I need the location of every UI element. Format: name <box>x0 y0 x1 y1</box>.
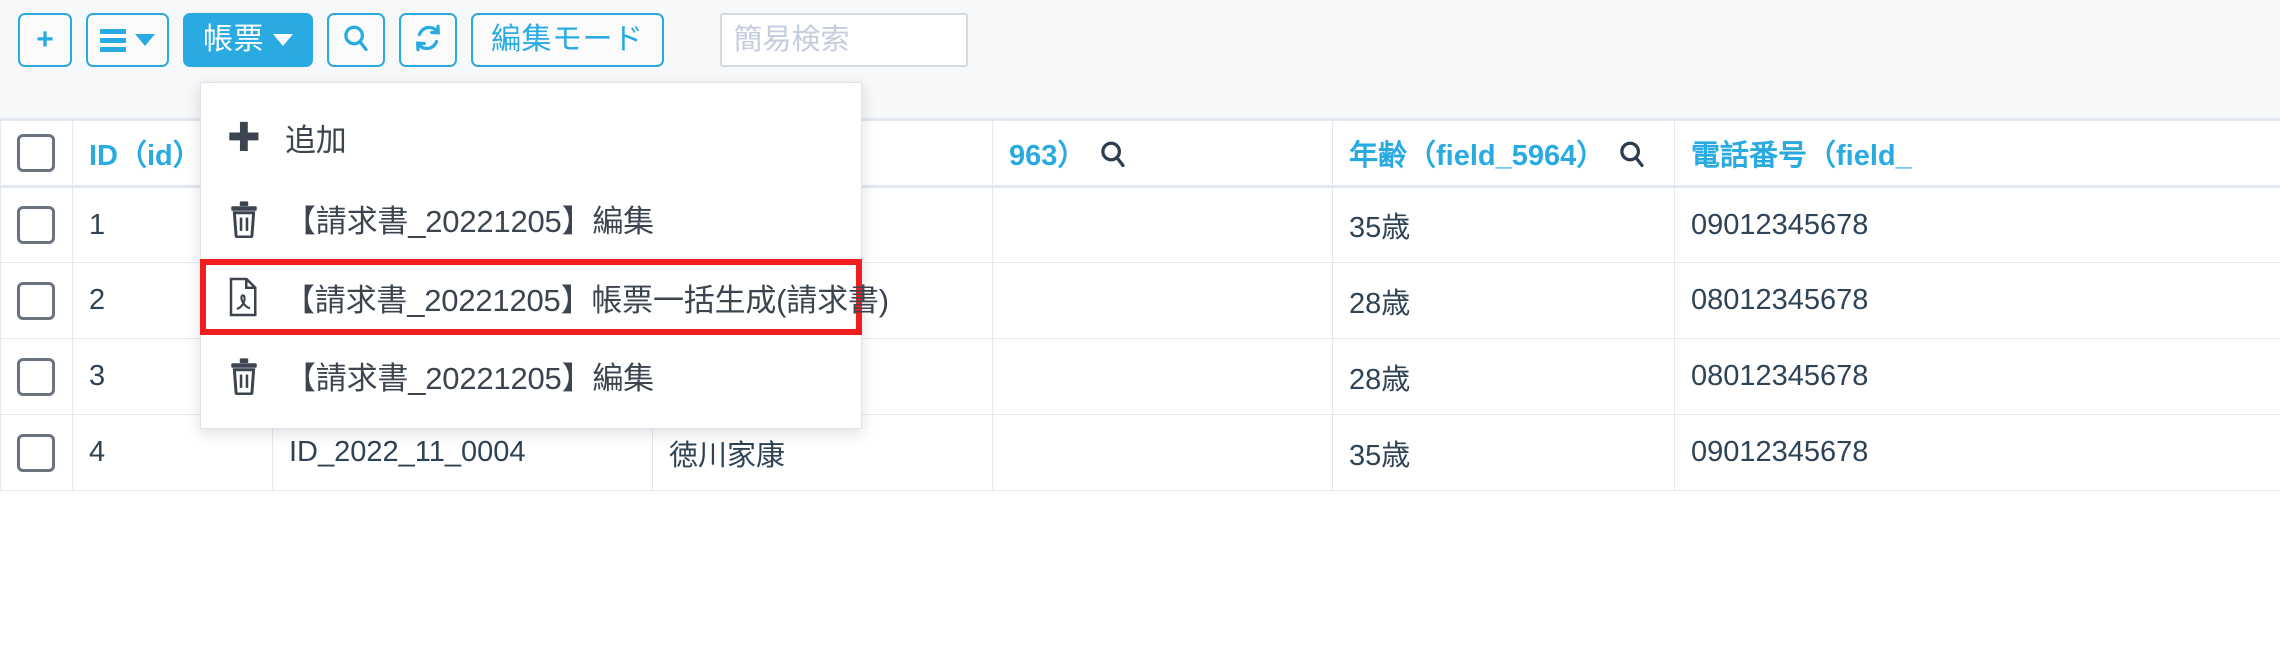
column-header-age[interactable]: 年齢（field_5964） <box>1332 118 1675 188</box>
cell-tel: 08012345678 <box>1674 338 2280 415</box>
column-header-c[interactable]: 963） <box>992 118 1333 188</box>
column-header-c-label: 963） <box>1009 140 1087 172</box>
column-header-tel-label: 電話番号（field_ <box>1691 140 1912 172</box>
report-dropdown-button[interactable]: 帳票 <box>183 13 313 67</box>
search-icon <box>341 23 371 58</box>
column-header-age-label: 年齢（field_5964） <box>1349 140 1606 172</box>
row-select-cell <box>0 262 73 339</box>
refresh-icon <box>413 23 443 58</box>
cell-age: 35歳 <box>1332 414 1675 491</box>
cell-c <box>992 262 1333 339</box>
row-checkbox[interactable] <box>17 357 55 396</box>
column-search-icon[interactable] <box>1098 139 1128 169</box>
row-select-cell <box>0 414 73 491</box>
column-header-id-label: ID（id） <box>89 140 202 172</box>
app-root: + 帳票 編集モード 簡易検索 ID（id） 963） 年齢（field_596… <box>0 0 2280 654</box>
pdf-file-icon <box>226 277 284 317</box>
cell-tel: 08012345678 <box>1674 262 2280 339</box>
column-search-icon[interactable] <box>1617 139 1647 169</box>
trash-icon <box>227 357 285 395</box>
cell-age: 35歳 <box>1332 186 1675 263</box>
chevron-down-icon <box>135 34 155 46</box>
trash-icon <box>227 200 285 238</box>
cell-tel: 09012345678 <box>1674 186 2280 263</box>
menu-item-bulk-generate-invoice-label: 【請求書_20221205】帳票一括生成(請求書) <box>284 282 889 318</box>
plus-icon: ✚ <box>227 115 261 160</box>
cell-c <box>992 338 1333 415</box>
menu-item-edit-invoice-1[interactable]: 【請求書_20221205】編集 <box>201 178 861 259</box>
menu-item-add-label: 追加 <box>285 123 347 158</box>
row-checkbox[interactable] <box>17 206 55 244</box>
cell-tel: 09012345678 <box>1674 414 2280 491</box>
menu-item-bulk-generate-invoice[interactable]: 【請求書_20221205】帳票一括生成(請求書) <box>200 259 889 335</box>
cell-c <box>992 186 1333 263</box>
cell-c <box>992 414 1333 491</box>
select-all-header <box>0 118 73 188</box>
search-button[interactable] <box>327 13 385 67</box>
row-checkbox[interactable] <box>17 433 55 472</box>
edit-mode-button[interactable]: 編集モード <box>471 13 664 67</box>
column-header-tel[interactable]: 電話番号（field_ <box>1674 118 2280 188</box>
menu-item-edit-invoice-2-label: 【請求書_20221205】編集 <box>285 361 654 396</box>
view-menu-button[interactable] <box>86 13 169 67</box>
report-dropdown-menu: ✚ 追加 【請求書_20221205】編集 【請求書_20221205】帳票一括… <box>200 82 889 429</box>
edit-mode-label: 編集モード <box>491 23 644 56</box>
select-all-checkbox[interactable] <box>17 134 55 172</box>
cell-age: 28歳 <box>1332 338 1675 415</box>
chevron-down-icon <box>273 34 293 46</box>
report-dropdown-label: 帳票 <box>203 23 264 56</box>
quick-search-input[interactable] <box>719 13 968 67</box>
menu-item-edit-invoice-2[interactable]: 【請求書_20221205】編集 <box>201 335 861 416</box>
plus-icon: + <box>36 23 54 56</box>
row-checkbox[interactable] <box>17 281 55 320</box>
add-record-button[interactable]: + <box>18 13 72 67</box>
row-select-cell <box>0 186 73 263</box>
cell-age: 28歳 <box>1332 262 1675 339</box>
menu-item-add[interactable]: ✚ 追加 <box>201 97 861 178</box>
hamburger-icon <box>100 25 126 56</box>
refresh-button[interactable] <box>399 13 457 67</box>
menu-item-edit-invoice-1-label: 【請求書_20221205】編集 <box>285 204 654 239</box>
row-select-cell <box>0 338 73 415</box>
